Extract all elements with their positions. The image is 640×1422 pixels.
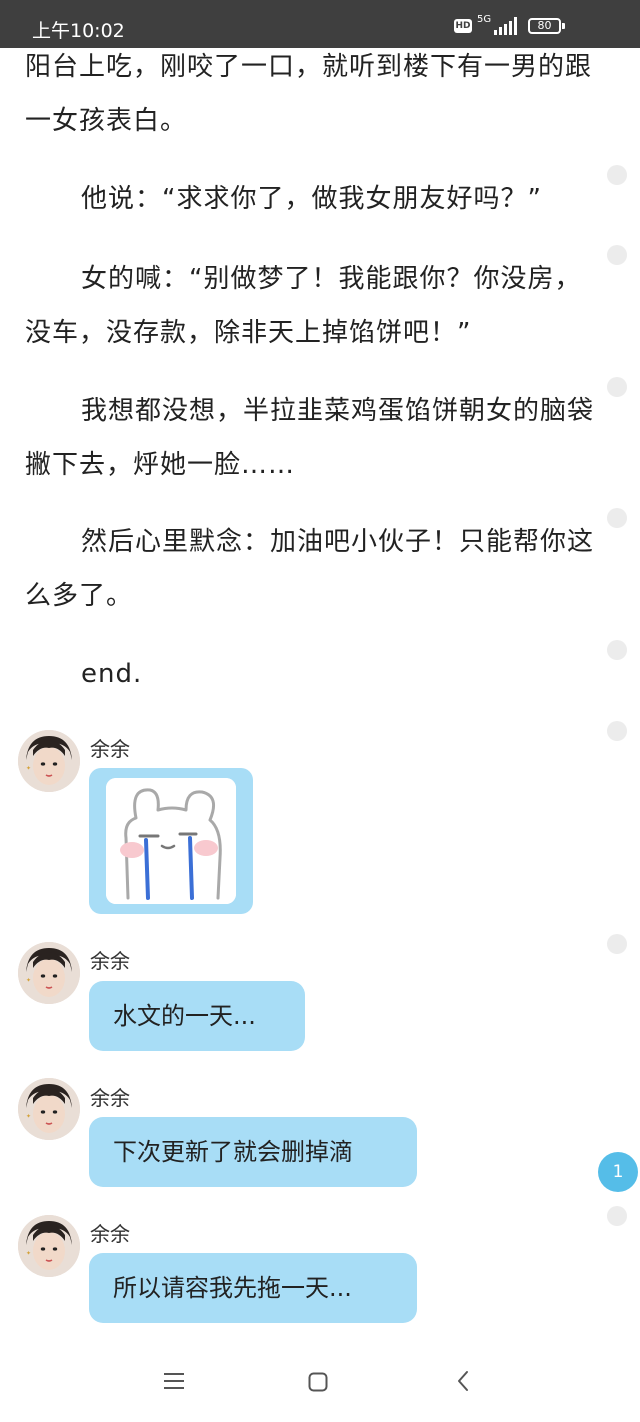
paragraph-comment-dot[interactable] [607, 165, 627, 185]
battery-icon: 80 [528, 18, 561, 34]
avatar-portrait-icon: ✦ [18, 942, 80, 1004]
signal-icon [494, 17, 517, 35]
hd-icon: HD [454, 19, 472, 33]
menu-icon[interactable] [164, 1372, 186, 1390]
story-paragraph: 女的喊：“别做梦了！我能跟你？你没房，没车，没存款，除非天上掉馅饼吧！” [25, 264, 582, 348]
avatar[interactable]: ✦ [18, 730, 80, 792]
story-paragraph: 阳台上吃，刚咬了一口，就听到楼下有一男的跟一女孩表白。 [25, 52, 593, 136]
svg-text:✦: ✦ [26, 765, 31, 772]
paragraph-comment-dot[interactable] [607, 1206, 627, 1226]
message-bubble[interactable]: 所以请容我先拖一天... [89, 1253, 417, 1323]
paragraph-comment-dot[interactable] [607, 721, 627, 741]
message-bubble[interactable]: 下次更新了就会删掉滴 [89, 1117, 417, 1187]
message-bubble[interactable]: 水文的一天... [89, 981, 305, 1051]
story-paragraph: 然后心里默念：加油吧小伙子！只能帮你这么多了。 [25, 527, 595, 611]
sender-name: 余余 [90, 1086, 130, 1110]
paragraph-comment-dot[interactable] [607, 508, 627, 528]
navigation-bar [0, 1342, 640, 1422]
network-type-label: 5G [477, 14, 492, 25]
home-icon[interactable] [308, 1372, 328, 1392]
sender-name: 余余 [90, 1222, 130, 1246]
story-paragraph: 他说：“求求你了，做我女朋友好吗？” [81, 184, 542, 214]
paragraph-comment-dot[interactable] [607, 640, 627, 660]
story-paragraph: 我想都没想，半拉韭菜鸡蛋馅饼朝女的脑袋撇下去，烀她一脸…… [25, 396, 595, 480]
status-time: 上午10:02 [32, 20, 125, 42]
battery-tip [562, 23, 565, 29]
avatar-portrait-icon: ✦ [18, 730, 80, 792]
paragraph-comment-dot[interactable] [607, 934, 627, 954]
avatar[interactable]: ✦ [18, 1078, 80, 1140]
svg-text:✦: ✦ [26, 1250, 31, 1257]
paragraph-comment-dot[interactable] [607, 245, 627, 265]
sender-name: 余余 [90, 949, 130, 973]
story-paragraph: end. [81, 659, 143, 689]
sender-name: 余余 [90, 737, 130, 761]
svg-text:✦: ✦ [26, 1113, 31, 1120]
avatar-portrait-icon: ✦ [18, 1215, 80, 1277]
paragraph-comment-dot[interactable] [607, 377, 627, 397]
avatar[interactable]: ✦ [18, 942, 80, 1004]
comment-count-badge[interactable]: 1 [598, 1152, 638, 1192]
avatar-portrait-icon: ✦ [18, 1078, 80, 1140]
back-icon[interactable] [456, 1370, 470, 1392]
avatar[interactable]: ✦ [18, 1215, 80, 1277]
crying-bunny-sticker-icon [106, 778, 236, 904]
sticker-image [106, 778, 236, 904]
sticker-message[interactable] [89, 768, 253, 914]
svg-text:✦: ✦ [26, 977, 31, 984]
